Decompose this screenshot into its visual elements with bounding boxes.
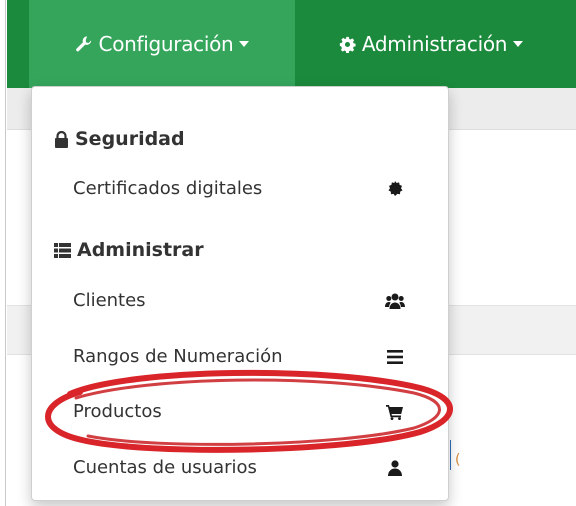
menu-item-label: Rangos de Numeración (73, 346, 283, 367)
certificate-icon (385, 179, 405, 199)
nav-administracion-label: Administración (361, 32, 508, 56)
shopping-cart-icon (385, 402, 405, 422)
users-icon (385, 291, 405, 311)
list-icon (54, 242, 71, 258)
bars-icon (385, 347, 405, 367)
background-text-fragment: ( (455, 452, 461, 468)
menu-item-label: Cuentas de usuarios (73, 457, 257, 478)
nav-configuracion-label: Configuración (98, 32, 234, 56)
nav-configuracion[interactable]: Configuración (29, 0, 295, 88)
user-icon (385, 458, 405, 478)
menu-item-rangos-de-numeracion[interactable]: Rangos de Numeración (33, 329, 448, 385)
menu-item-productos[interactable]: Productos (33, 384, 448, 440)
wrench-icon (75, 36, 91, 52)
menu-item-certificados-digitales[interactable]: Certificados digitales (33, 161, 448, 217)
dropdown-header-label: Seguridad (75, 128, 185, 150)
menu-item-label: Productos (73, 401, 162, 422)
page-left-border (0, 0, 6, 506)
dropdown-header-seguridad: Seguridad (54, 124, 185, 154)
dropdown-header-administrar: Administrar (54, 235, 204, 265)
top-navbar: Configuración Administración (7, 0, 576, 88)
chevron-down-icon (513, 41, 524, 47)
nav-administracion[interactable]: Administración (311, 0, 551, 88)
menu-item-label: Certificados digitales (73, 178, 263, 199)
configuracion-dropdown-menu: Seguridad Certificados digitales Adminis… (31, 86, 449, 501)
gear-icon (339, 36, 356, 53)
menu-item-cuentas-de-usuarios[interactable]: Cuentas de usuarios (33, 440, 448, 496)
chevron-down-icon (239, 41, 250, 47)
menu-item-label: Clientes (73, 290, 146, 311)
dropdown-header-label: Administrar (77, 239, 204, 261)
lock-icon (55, 130, 68, 148)
menu-item-clientes[interactable]: Clientes (33, 273, 448, 329)
